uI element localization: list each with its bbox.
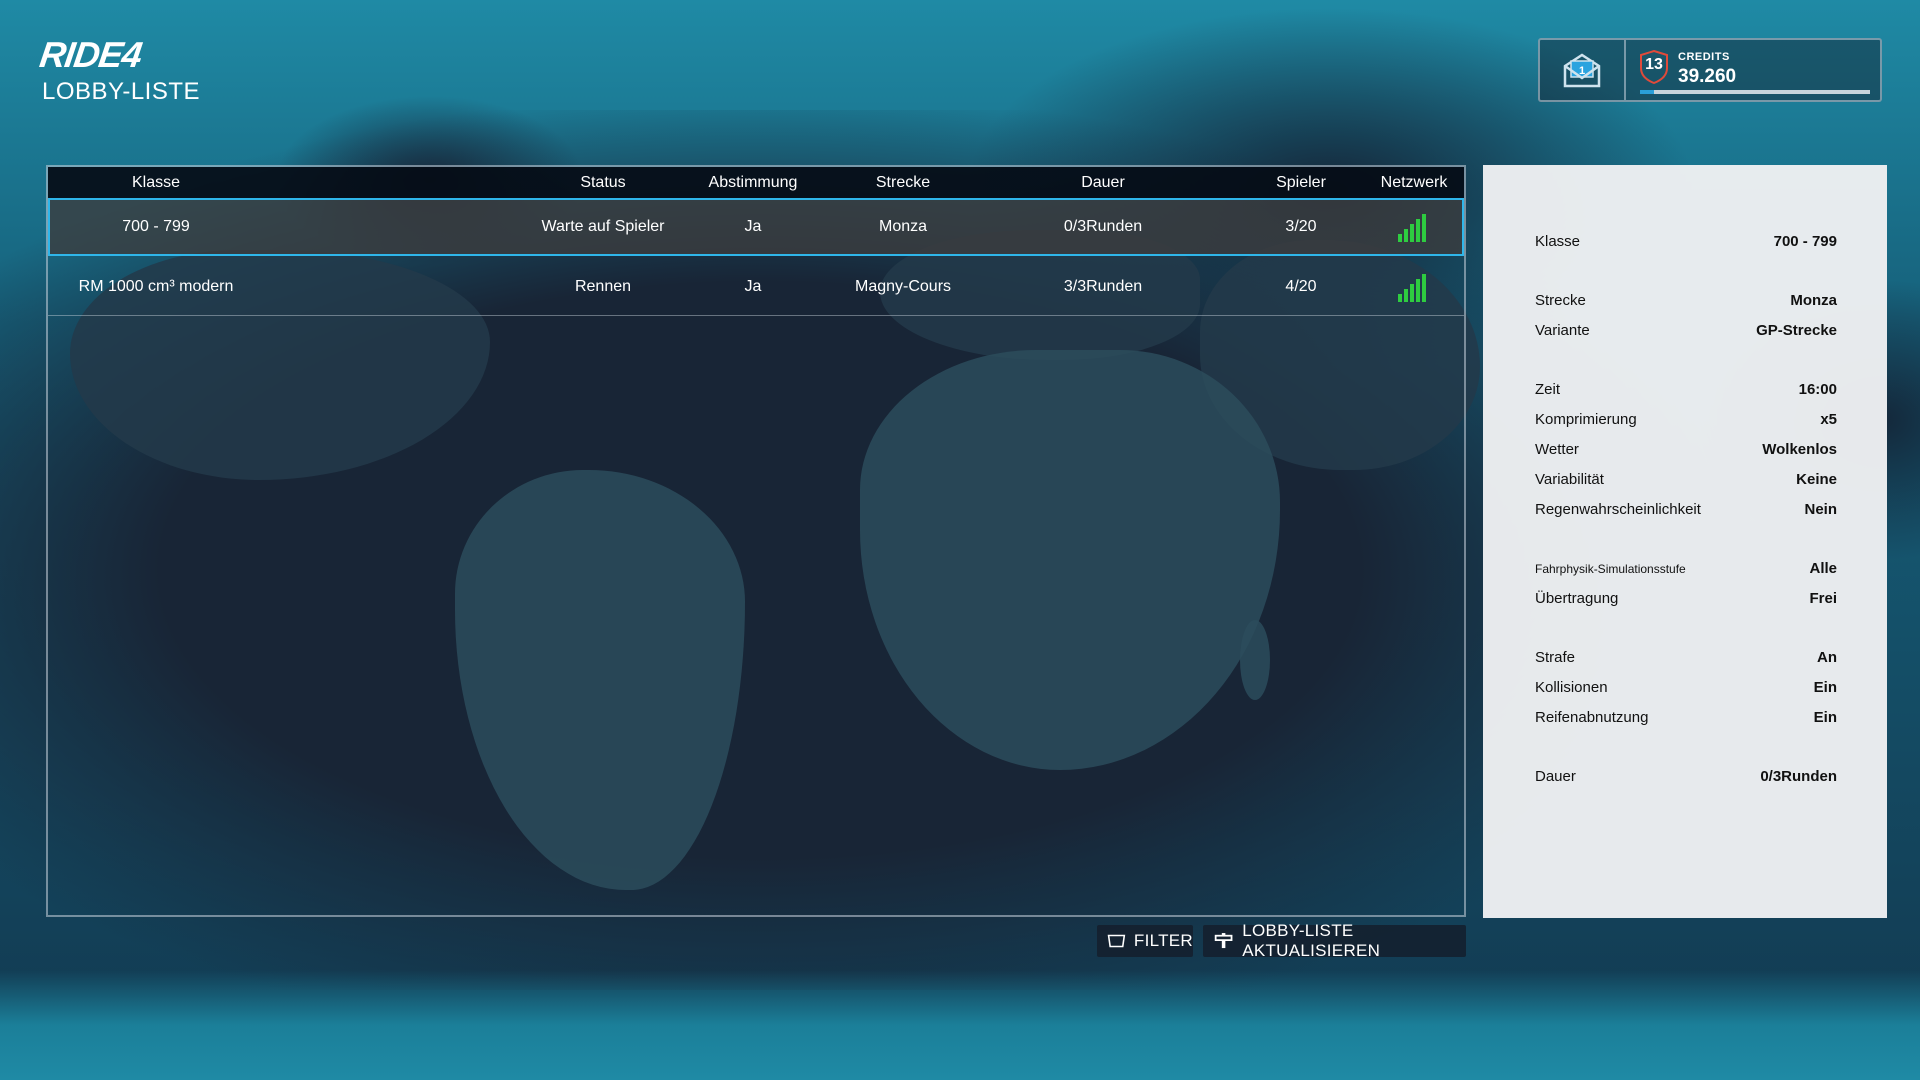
detail-value: Alle [1809,560,1837,577]
lobby-table: Klasse Status Abstimmung Strecke Dauer S… [46,165,1466,917]
mail-button[interactable]: 1 [1540,40,1626,100]
player-level: 13 [1645,56,1663,73]
game-logo: RIDE4 [37,34,144,75]
mail-count: 1 [1579,65,1585,77]
filter-button[interactable]: FILTER [1097,925,1193,957]
xp-progress-fill [1640,90,1654,94]
table-row[interactable]: RM 1000 cm³ modern Rennen Ja Magny-Cours… [48,258,1464,316]
detail-label: Kollisionen [1535,679,1608,696]
detail-value: Nein [1804,501,1837,518]
detail-zeit: Zeit 16:00 [1535,378,1837,402]
signal-bar [1404,288,1408,302]
detail-label: Zeit [1535,381,1561,398]
detail-strafe: Strafe An [1535,646,1837,670]
table-row[interactable]: 700 - 799 Warte auf Spieler Ja Monza 0/3… [48,198,1464,256]
column-header-spieler[interactable]: Spieler [1256,167,1346,198]
detail-kollisionen: Kollisionen Ein [1535,676,1837,700]
detail-value: Ein [1813,679,1837,696]
credits-label: CREDITS [1678,51,1730,63]
detail-label: Dauer [1535,768,1576,785]
mail-icon: 1 [1563,53,1601,88]
row-strecke: Monza [878,217,928,235]
detail-value: An [1817,649,1837,666]
detail-value: Frei [1809,590,1837,607]
signal-bar [1410,223,1414,242]
signal-bar [1398,293,1402,302]
detail-value: Keine [1796,471,1837,488]
detail-value: Wolkenlos [1762,441,1837,458]
detail-variante: Variante GP-Strecke [1535,319,1837,343]
detail-label: Wetter [1535,441,1579,458]
detail-variabilitaet: Variabilität Keine [1535,468,1837,492]
row-klasse: 700 - 799 [122,217,190,235]
detail-value: 16:00 [1798,381,1837,398]
credits-panel: 1 13 CREDITS 39.260 [1538,38,1882,102]
column-header-strecke[interactable]: Strecke [798,167,1008,198]
column-header-klasse[interactable]: Klasse [48,167,264,198]
detail-label: Regenwahrscheinlichkeit [1535,501,1701,518]
detail-label: Strafe [1535,649,1576,666]
row-spieler: 3/20 [1285,217,1317,235]
detail-value: x5 [1820,411,1837,428]
detail-value: 0/3Runden [1760,768,1837,785]
detail-value: Ein [1813,709,1837,726]
detail-reifenabnutzung: Reifenabnutzung Ein [1535,706,1837,730]
detail-label: Klasse [1535,233,1581,250]
detail-label: Komprimierung [1535,411,1637,428]
detail-label: Fahrphysik-Simulationsstufe [1535,562,1686,576]
detail-label: Reifenabnutzung [1535,709,1649,726]
refresh-lobby-button[interactable]: LOBBY-LISTE AKTUALISIEREN [1203,921,1466,960]
detail-strecke: Strecke Monza [1535,289,1837,313]
column-header-netzwerk[interactable]: Netzwerk [1366,167,1462,198]
signal-bar [1422,213,1426,242]
detail-label: Variabilität [1535,471,1604,488]
row-netzwerk [1366,258,1462,315]
lobby-details-panel: Klasse 700 - 799 Strecke Monza Variante … [1483,165,1887,918]
table-header: Klasse Status Abstimmung Strecke Dauer S… [48,167,1464,198]
detail-label: Übertragung [1535,590,1619,607]
detail-label: Variante [1535,322,1590,339]
detail-value: 700 - 799 [1773,233,1837,250]
signal-bar [1416,218,1420,242]
detail-value: Monza [1790,292,1837,309]
signal-bar [1422,273,1426,302]
filter-icon [1107,934,1126,948]
row-dauer: 0/3Runden [1063,217,1143,235]
column-header-dauer[interactable]: Dauer [993,167,1213,198]
xp-progress-bar [1640,90,1870,94]
signal-bar [1416,278,1420,302]
row-spieler: 4/20 [1285,277,1317,295]
map-antarctica-band [0,970,1920,1080]
filter-button-label: FILTER [1133,931,1193,950]
network-signal-icon [1398,272,1430,302]
detail-regenwahrscheinlichkeit: Regenwahrscheinlichkeit Nein [1535,498,1837,522]
detail-wetter: Wetter Wolkenlos [1535,438,1837,462]
row-klasse: RM 1000 cm³ modern [78,277,234,295]
detail-klasse: Klasse 700 - 799 [1535,230,1837,254]
network-signal-icon [1398,212,1430,242]
detail-value: GP-Strecke [1756,322,1837,339]
detail-fahrphysik: Fahrphysik-Simulationsstufe Alle [1535,557,1837,581]
signal-bar [1398,233,1402,242]
detail-dauer: Dauer 0/3Runden [1535,765,1837,789]
detail-label: Strecke [1535,292,1586,309]
detail-komprimierung: Komprimierung x5 [1535,408,1837,432]
refresh-button-label: LOBBY-LISTE AKTUALISIEREN [1242,921,1381,960]
row-netzwerk [1366,198,1462,255]
credits-value: 39.260 [1678,66,1737,87]
row-dauer: 3/3Runden [1063,277,1143,295]
refresh-controller-icon [1214,933,1233,949]
signal-bar [1404,228,1408,242]
detail-uebertragung: Übertragung Frei [1535,587,1837,611]
page-title: LOBBY-LISTE [42,78,201,105]
row-strecke: Magny-Cours [854,277,952,295]
signal-bar [1410,283,1414,302]
